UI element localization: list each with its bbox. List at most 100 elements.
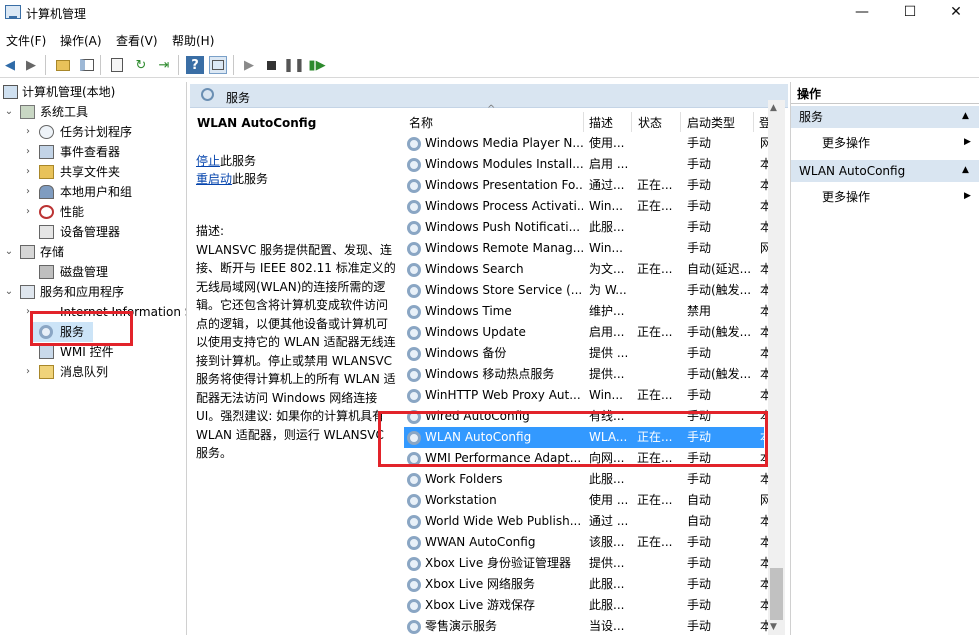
- more-actions-wlan[interactable]: 更多操作: [822, 188, 870, 205]
- export-list-icon[interactable]: ⇥: [155, 56, 173, 74]
- service-startup-type: 手动(触发...: [687, 367, 752, 381]
- restart-service-line: 重启动此服务: [196, 172, 269, 186]
- column-header-description[interactable]: 描述: [589, 114, 613, 131]
- restart-service-icon[interactable]: ▮▶: [308, 56, 326, 74]
- table-row[interactable]: World Wide Web Publish... 通过 ... 自动 本: [404, 511, 768, 532]
- submenu-arrow-icon[interactable]: ▶: [964, 137, 971, 147]
- service-logon: 本: [760, 262, 768, 276]
- column-header-status[interactable]: 状态: [638, 114, 662, 131]
- table-row[interactable]: Windows Media Player N... 使用... 手动 网: [404, 133, 768, 154]
- chevron-down-icon[interactable]: ⌄: [3, 242, 15, 262]
- table-row[interactable]: Windows Process Activati... Win... 正在... 手动…: [404, 196, 768, 217]
- storage-icon: [20, 245, 35, 259]
- table-row[interactable]: Xbox Live 网络服务 此服... 手动 本: [404, 574, 768, 595]
- action-section-wlan[interactable]: WLAN AutoConfig: [791, 160, 979, 182]
- menu-file[interactable]: 文件(F): [6, 32, 46, 49]
- table-row[interactable]: 零售演示服务 当设... 手动 本: [404, 616, 768, 635]
- scroll-down-arrow-icon[interactable]: ▼: [770, 622, 777, 632]
- users-icon: [39, 185, 54, 199]
- title-bar: [0, 0, 979, 26]
- chevron-down-icon[interactable]: ⌄: [3, 102, 15, 122]
- service-description: 提供 ...: [589, 346, 629, 360]
- gear-icon: [407, 515, 421, 529]
- chevron-right-icon[interactable]: ›: [22, 182, 34, 202]
- show-hide-tree-icon[interactable]: [78, 56, 96, 74]
- table-row[interactable]: Windows Presentation Fo... 通过... 正在... 手动 本: [404, 175, 768, 196]
- stop-service-link[interactable]: 停止: [196, 154, 220, 168]
- scroll-up-arrow-icon[interactable]: ▲: [770, 103, 777, 113]
- pause-service-icon[interactable]: ❚❚: [283, 56, 305, 74]
- services-apps-icon: [20, 285, 35, 299]
- table-row[interactable]: Windows 备份 提供 ... 手动 本: [404, 343, 768, 364]
- action-section-services[interactable]: 服务: [791, 106, 979, 128]
- chevron-right-icon[interactable]: ›: [22, 362, 34, 382]
- column-divider[interactable]: [583, 112, 584, 132]
- gear-icon: [407, 494, 421, 508]
- table-row[interactable]: Xbox Live 游戏保存 此服... 手动 本: [404, 595, 768, 616]
- more-actions-services[interactable]: 更多操作: [822, 134, 870, 151]
- service-logon: 本: [760, 598, 768, 612]
- refresh-icon[interactable]: ↻: [132, 56, 150, 74]
- table-row[interactable]: Workstation 使用 ... 正在... 自动 网: [404, 490, 768, 511]
- collapse-arrow-icon[interactable]: ▲: [962, 111, 969, 121]
- table-row[interactable]: Windows Update 启用... 正在... 手动(触发... 本: [404, 322, 768, 343]
- column-divider[interactable]: [680, 112, 681, 132]
- stop-service-icon[interactable]: [262, 56, 280, 74]
- column-divider[interactable]: [631, 112, 632, 132]
- chevron-right-icon[interactable]: ›: [22, 162, 34, 182]
- restart-service-link[interactable]: 重启动: [196, 172, 232, 186]
- menu-view[interactable]: 查看(V): [116, 32, 158, 49]
- service-description: 启用 ...: [589, 157, 629, 171]
- up-folder-icon[interactable]: [54, 56, 72, 74]
- properties-icon[interactable]: [108, 56, 126, 74]
- wmi-icon: [39, 345, 54, 359]
- chevron-right-icon[interactable]: ›: [22, 122, 34, 142]
- back-arrow-icon[interactable]: ◀: [1, 56, 19, 74]
- forward-arrow-icon[interactable]: ▶: [22, 56, 40, 74]
- chevron-right-icon[interactable]: ›: [22, 202, 34, 222]
- show-action-pane-icon[interactable]: [209, 56, 227, 74]
- submenu-arrow-icon[interactable]: ▶: [964, 191, 971, 201]
- scrollbar-track[interactable]: [768, 100, 785, 635]
- service-startup-type: 手动: [687, 220, 712, 234]
- gear-icon: [407, 578, 421, 592]
- service-description: 此服...: [589, 220, 625, 234]
- collapse-arrow-icon[interactable]: ▲: [962, 165, 969, 175]
- service-description: Win...: [589, 241, 623, 255]
- service-description: 通过...: [589, 178, 625, 192]
- table-row[interactable]: WWAN AutoConfig 该服... 正在... 手动 本: [404, 532, 768, 553]
- table-row[interactable]: Windows Remote Manag... Win... 手动 网: [404, 238, 768, 259]
- scrollbar-thumb[interactable]: [770, 568, 783, 620]
- service-logon: 本: [760, 157, 768, 171]
- table-row[interactable]: Windows Store Service (... 为 W... 手动(触发...…: [404, 280, 768, 301]
- service-name: 零售演示服务: [425, 619, 498, 633]
- maximize-button[interactable]: ☐: [887, 0, 933, 26]
- column-header-startup-type[interactable]: 启动类型: [687, 114, 735, 131]
- column-divider[interactable]: [753, 112, 754, 132]
- start-service-icon[interactable]: ▶: [240, 56, 258, 74]
- shared-folder-icon: [39, 165, 54, 179]
- service-status: 正在...: [637, 493, 673, 507]
- table-row[interactable]: Work Folders 此服... 手动 本: [404, 469, 768, 490]
- table-row[interactable]: Windows 移动热点服务 提供... 手动(触发... 本: [404, 364, 768, 385]
- help-icon[interactable]: ?: [186, 56, 204, 74]
- table-row[interactable]: Windows Push Notificati... 此服... 手动 本: [404, 217, 768, 238]
- table-row[interactable]: Windows Time 维护... 禁用 本: [404, 301, 768, 322]
- window-title: 计算机管理: [26, 7, 87, 21]
- service-name: Windows Time: [425, 304, 512, 318]
- chevron-right-icon[interactable]: ›: [22, 142, 34, 162]
- gear-icon: [407, 473, 421, 487]
- gear-icon: [407, 242, 421, 256]
- table-row[interactable]: Xbox Live 身份验证管理器 提供... 手动 本: [404, 553, 768, 574]
- menu-action[interactable]: 操作(A): [60, 32, 102, 49]
- chevron-down-icon[interactable]: ⌄: [3, 282, 15, 302]
- column-header-name[interactable]: 名称: [409, 114, 433, 131]
- service-status: 正在...: [637, 535, 673, 549]
- table-row[interactable]: Windows Search 为文... 正在... 自动(延迟... 本: [404, 259, 768, 280]
- menu-help[interactable]: 帮助(H): [172, 32, 214, 49]
- table-row[interactable]: WinHTTP Web Proxy Aut... Win... 正在... 手动 本: [404, 385, 768, 406]
- table-row[interactable]: Windows Modules Install... 启用 ... 手动 本: [404, 154, 768, 175]
- close-button[interactable]: ✕: [933, 0, 979, 26]
- toolbar-separator: [178, 55, 179, 75]
- minimize-button[interactable]: —: [839, 0, 885, 26]
